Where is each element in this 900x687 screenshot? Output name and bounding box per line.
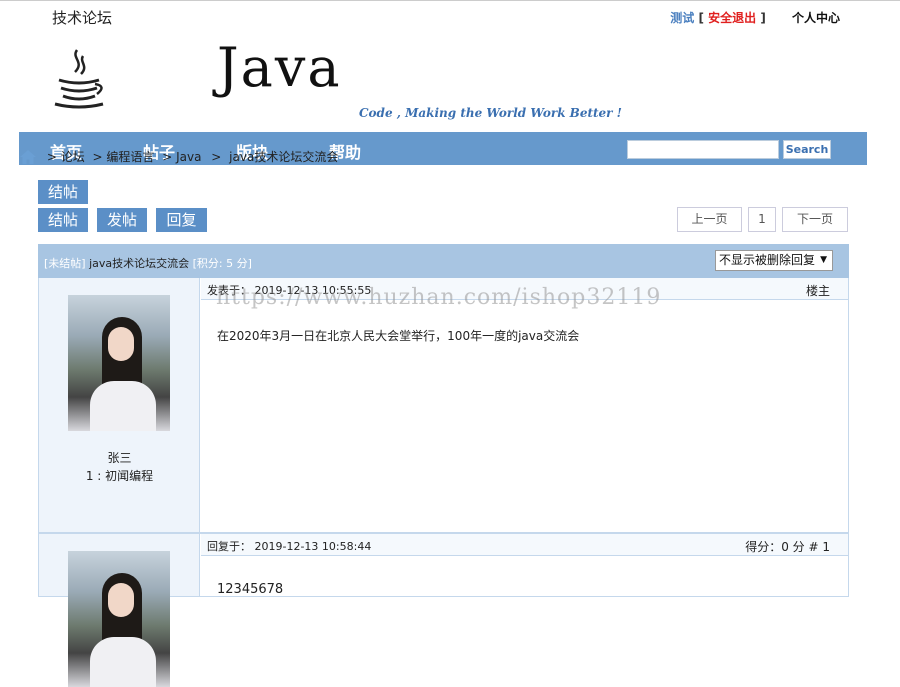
reply-score: 得分：0 分 # 1: [745, 540, 830, 554]
filter-selected-value: 不显示被删除回复: [719, 253, 816, 267]
breadcrumb-forum[interactable]: > 论坛: [47, 150, 85, 164]
search-button[interactable]: Search: [783, 140, 831, 159]
next-page-button[interactable]: 下一页: [782, 207, 848, 232]
home-icon[interactable]: [19, 149, 37, 165]
author-panel: 张三 1 : 初闻编程: [39, 278, 200, 532]
post-main: 张三 1 : 初闻编程 发表于： 2019-12-13 10:55:55 楼主 …: [38, 278, 849, 533]
java-cup-logo: [54, 49, 104, 109]
close-thread-button-main[interactable]: 结帖: [38, 208, 88, 232]
thread-header: [未结帖] java技术论坛交流会 [积分: 5 分] 不显示被删除回复 ▼: [38, 244, 849, 278]
author-level: 1 : 初闻编程: [85, 469, 154, 483]
breadcrumb-separator: >: [211, 149, 222, 164]
user-links: 测试 [ 安全退出 ] 个人中心: [670, 9, 840, 26]
close-thread-button[interactable]: 结帖: [38, 180, 88, 204]
page-number[interactable]: 1: [748, 207, 776, 232]
banner: Java Code , Making the World Work Better…: [19, 28, 867, 132]
watermark: https://www.huzhan.com/ishop32119: [216, 285, 662, 310]
reply-content: 12345678: [217, 582, 284, 597]
reply-meta: 回复于： 2019-12-13 10:58:44 得分：0 分 # 1: [201, 534, 848, 556]
thread-score: [积分: 5 分]: [192, 257, 252, 270]
top-bar: 技术论坛 测试 [ 安全退出 ] 个人中心: [0, 0, 900, 28]
breadcrumb-language[interactable]: > 编程语言: [93, 150, 155, 164]
post-floor: 楼主: [805, 284, 830, 298]
java-title: Java: [217, 36, 342, 99]
new-post-button[interactable]: 发帖: [97, 208, 147, 232]
thread-title: [未结帖] java技术论坛交流会 [积分: 5 分]: [44, 255, 252, 271]
breadcrumb-java[interactable]: > Java: [162, 150, 201, 164]
reply-filter-select[interactable]: 不显示被删除回复 ▼: [715, 250, 833, 271]
bracket-open: [: [698, 11, 704, 25]
banner-slogan: Code , Making the World Work Better !: [359, 106, 622, 120]
avatar: [68, 295, 170, 431]
reply-time: 回复于： 2019-12-13 10:58:44: [207, 538, 371, 554]
reply-button[interactable]: 回复: [156, 208, 207, 232]
chevron-down-icon: ▼: [820, 255, 827, 265]
breadcrumb-thread[interactable]: java技术论坛交流会: [229, 150, 338, 164]
thread-name: java技术论坛交流会: [89, 257, 190, 270]
reply-time-label: 回复于：: [207, 540, 251, 553]
username-link[interactable]: 测试: [670, 11, 694, 25]
post-content: 在2020年3月一日在北京人民大会堂举行，100年一度的java交流会: [217, 329, 580, 343]
reply-time-value: 2019-12-13 10:58:44: [254, 540, 372, 553]
reply-author-panel: [39, 534, 200, 687]
search-input[interactable]: [627, 140, 779, 159]
logout-link[interactable]: 安全退出: [708, 11, 756, 25]
breadcrumb: > 论坛 > 编程语言 > Java > java技术论坛交流会: [19, 148, 338, 165]
thread-status: [未结帖]: [44, 257, 86, 270]
reply-avatar: [68, 551, 170, 687]
bracket-close: ]: [760, 11, 766, 25]
site-name: 技术论坛: [52, 9, 113, 27]
author-name[interactable]: 张三: [39, 449, 200, 466]
prev-page-button[interactable]: 上一页: [677, 207, 742, 232]
user-center-link[interactable]: 个人中心: [792, 11, 840, 25]
post-reply: 回复于： 2019-12-13 10:58:44 得分：0 分 # 1 1234…: [38, 533, 849, 687]
